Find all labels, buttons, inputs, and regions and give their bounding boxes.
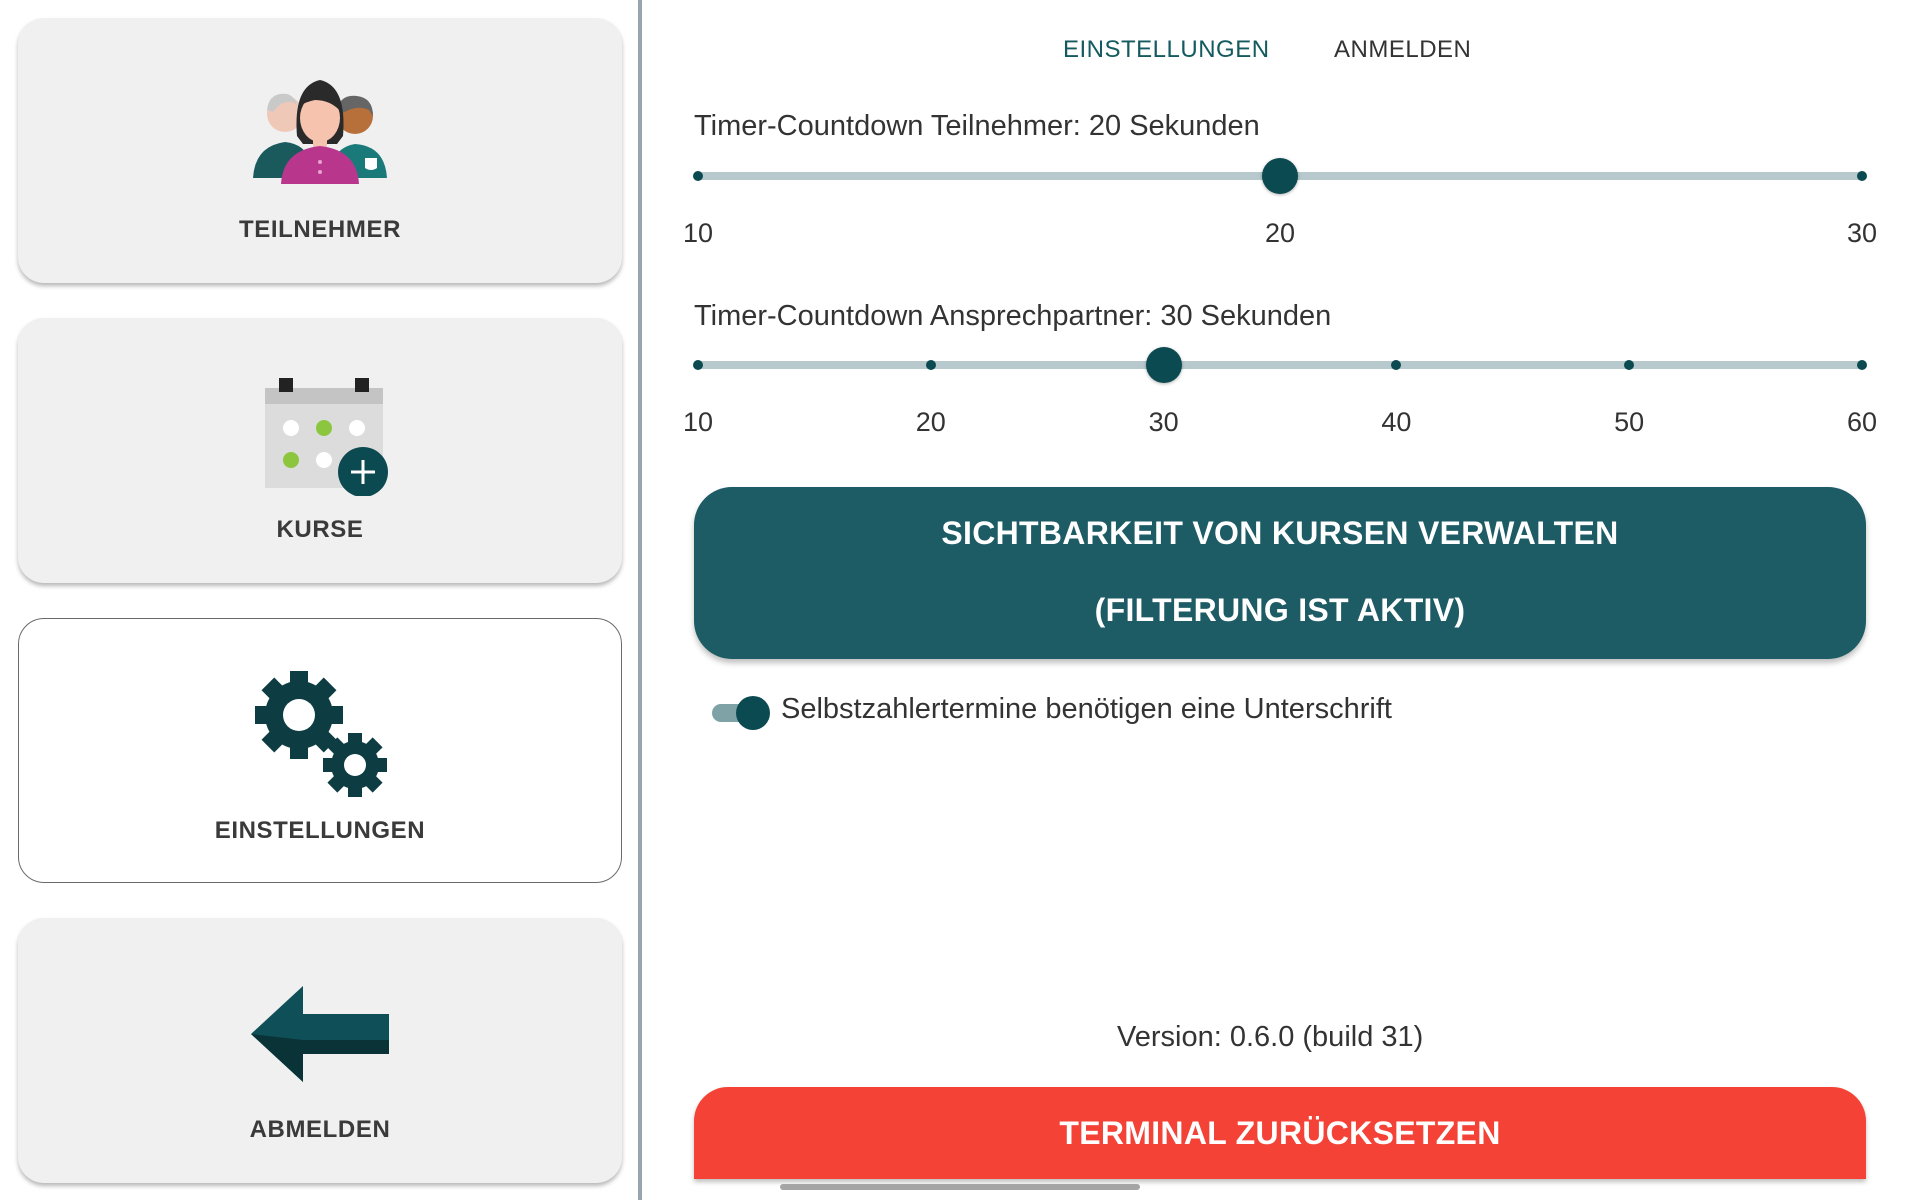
nav-label-courses: KURSE (276, 516, 364, 543)
visibility-button-line1: SICHTBARKEIT VON KURSEN VERWALTEN (941, 515, 1619, 551)
participant-timer-slider[interactable] (693, 154, 1867, 198)
slider-tick-label: 30 (1148, 407, 1179, 437)
back-arrow-icon (245, 966, 395, 1096)
slider-tick (693, 171, 703, 181)
slider-tick-label: 60 (1846, 407, 1878, 437)
contact-timer-slider[interactable] (693, 343, 1867, 387)
nav-tile-courses[interactable]: KURSE (18, 318, 622, 583)
tab-login[interactable]: ANMELDEN (1334, 36, 1471, 64)
version-text: Version: 0.6.0 (build 31) (1117, 1021, 1424, 1053)
slider-tick (925, 360, 936, 370)
visibility-button-line2: (FILTERUNG IST AKTIV) (1094, 592, 1466, 628)
toggle-knob (736, 696, 770, 730)
participant-timer-label: Timer-Countdown Teilnehmer: 20 Sekunden (694, 110, 1260, 142)
nav-label-participants: TEILNEHMER (239, 216, 401, 243)
contact-timer-label: Timer-Countdown Ansprechpartner: 30 Seku… (694, 300, 1332, 332)
reset-terminal-button[interactable]: TERMINAL ZURÜCKSETZEN (694, 1087, 1866, 1179)
slider-tick-label: 30 (1846, 218, 1878, 248)
app-root: TEILNEHMER KURSE EINSTELLUNGEN ABMELDEN … (0, 0, 1920, 1200)
gears-icon (245, 667, 395, 797)
slider-tick-label: 20 (1264, 218, 1296, 248)
slider-tick (1857, 360, 1867, 370)
signature-toggle[interactable] (712, 696, 770, 730)
calendar-add-icon (245, 366, 395, 496)
slider-tick-label: 20 (915, 407, 946, 437)
slider-tick (1857, 171, 1867, 181)
side-navigation: TEILNEHMER KURSE EINSTELLUNGEN ABMELDEN (0, 0, 640, 1200)
nav-tile-settings[interactable]: EINSTELLUNGEN (18, 618, 622, 883)
participants-icon (245, 66, 395, 196)
home-indicator (780, 1184, 1140, 1190)
manage-course-visibility-button[interactable]: SICHTBARKEIT VON KURSEN VERWALTEN (FILTE… (694, 487, 1866, 659)
slider-thumb[interactable] (1262, 158, 1298, 194)
slider-tick-label: 50 (1614, 407, 1645, 437)
nav-label-logout: ABMELDEN (249, 1116, 391, 1143)
slider-tick-label: 10 (682, 407, 714, 437)
nav-tile-logout[interactable]: ABMELDEN (18, 918, 622, 1183)
signature-toggle-label: Selbstzahlertermine benötigen eine Unter… (781, 693, 1392, 725)
slider-track (698, 361, 1862, 369)
tab-settings[interactable]: EINSTELLUNGEN (1063, 36, 1270, 64)
participant-timer-scale: 10 20 30 (683, 218, 1877, 252)
nav-label-settings: EINSTELLUNGEN (214, 817, 426, 844)
slider-tick-label: 40 (1381, 407, 1412, 437)
tab-bar: EINSTELLUNGEN ANMELDEN (0, 36, 1920, 76)
slider-tick-label: 10 (682, 218, 714, 248)
slider-thumb[interactable] (1145, 347, 1182, 383)
contact-timer-scale: 10 20 30 40 50 60 (683, 407, 1877, 441)
slider-tick (693, 360, 703, 370)
vertical-divider (638, 0, 642, 1200)
